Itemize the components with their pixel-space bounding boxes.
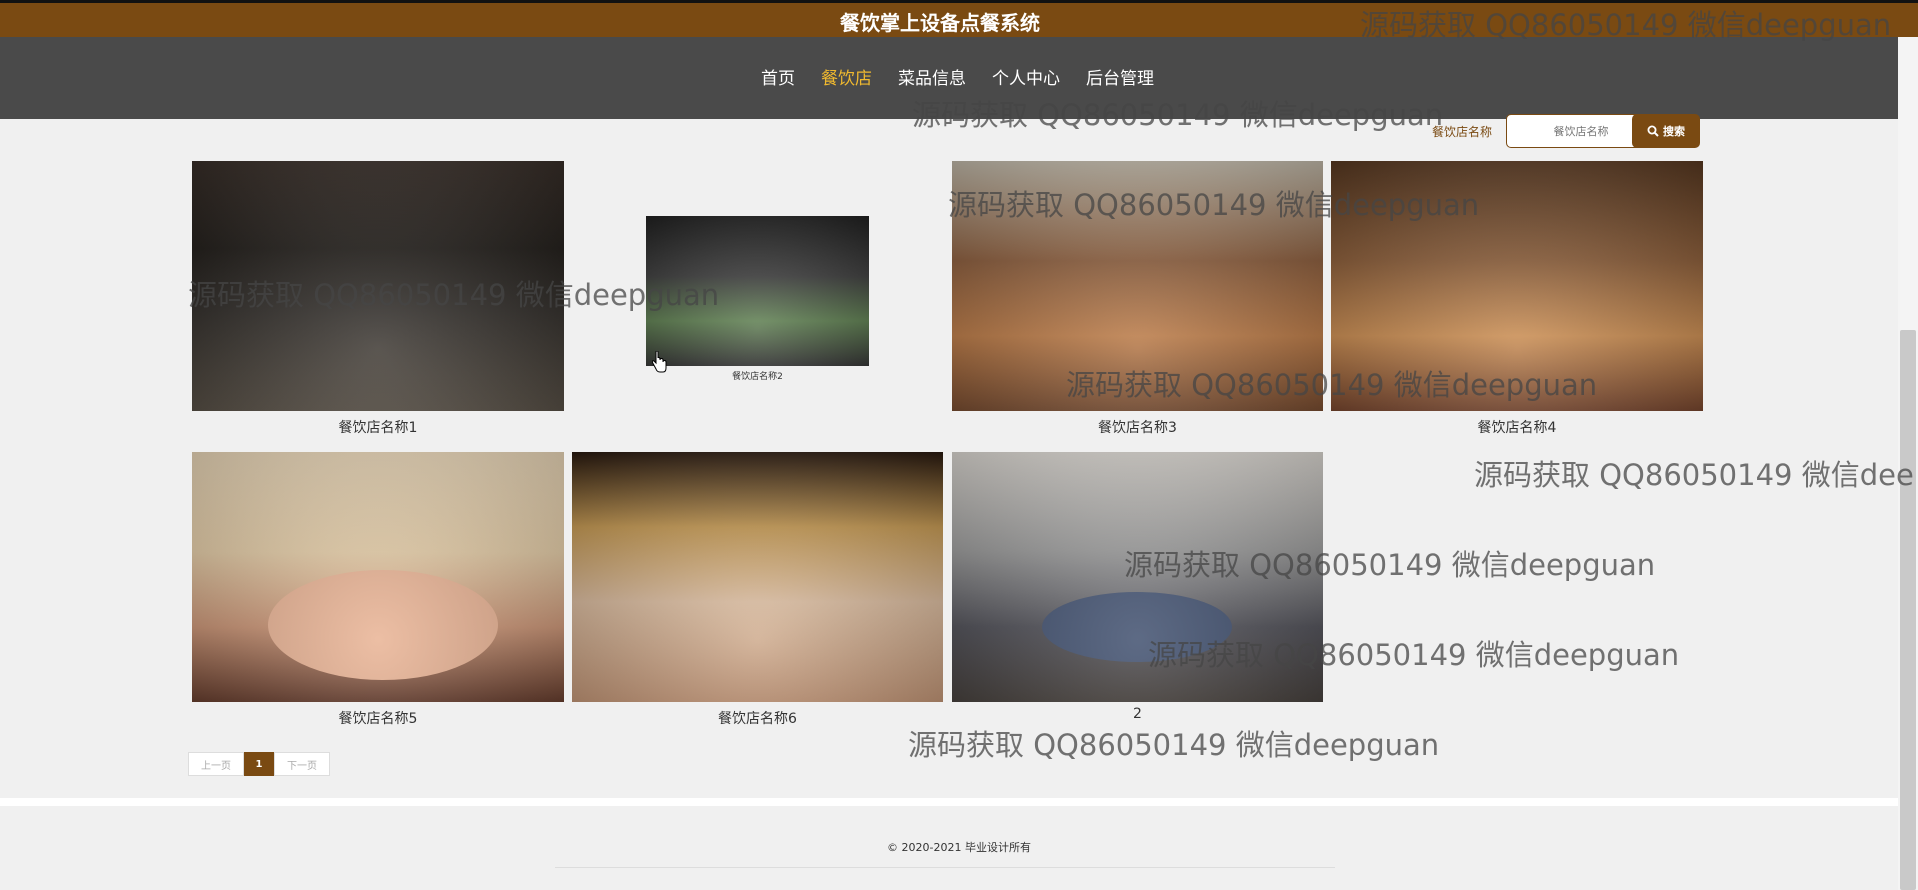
image-shading [1331, 161, 1703, 411]
image-shading [192, 452, 564, 702]
scrollbar-thumb[interactable] [1900, 330, 1916, 890]
next-page-button[interactable]: 下一页 [274, 752, 330, 776]
pagination: 上一页 1 下一页 [188, 752, 330, 776]
restaurant-card-2[interactable]: 餐饮店名称2 [646, 216, 869, 382]
main-nav: 首页 餐饮店 菜品信息 个人中心 后台管理 [748, 64, 1167, 89]
image-shading [192, 161, 564, 411]
footer-divider-band [0, 798, 1918, 806]
nav-home[interactable]: 首页 [748, 64, 808, 89]
copyright-text: © 2020-2021 毕业设计所有 [887, 841, 1031, 854]
restaurant-name[interactable]: 餐饮店名称6 [572, 708, 943, 728]
watermark-text: 源码获取 QQ86050149 微信deepguan [908, 728, 1440, 762]
nav-admin[interactable]: 后台管理 [1073, 64, 1167, 89]
restaurant-name[interactable]: 餐饮店名称3 [952, 417, 1323, 437]
site-title: 餐饮掌上设备点餐系统 [840, 11, 1040, 35]
restaurant-name[interactable]: 2 [952, 706, 1323, 722]
nav-dishes[interactable]: 菜品信息 [885, 64, 979, 89]
restaurant-card-5[interactable]: 餐饮店名称5 [192, 452, 564, 728]
top-title-bar: 餐饮掌上设备点餐系统 [0, 0, 1918, 37]
restaurant-card-3[interactable]: 餐饮店名称3 [952, 161, 1323, 437]
restaurant-card-6[interactable]: 餐饮店名称6 [572, 452, 943, 728]
search-icon [1647, 125, 1659, 137]
image-shading [646, 216, 869, 366]
main-navbar: 首页 餐饮店 菜品信息 个人中心 后台管理 [0, 37, 1898, 119]
restaurant-name[interactable]: 餐饮店名称5 [192, 708, 564, 728]
image-shading [952, 161, 1323, 411]
watermark-text: 源码获取 QQ86050149 微信dee [1474, 458, 1914, 492]
restaurant-card-1[interactable]: 餐饮店名称1 [192, 161, 564, 437]
restaurant-image[interactable] [952, 452, 1323, 702]
search-button[interactable]: 搜索 [1632, 114, 1700, 148]
nav-restaurants[interactable]: 餐饮店 [808, 64, 885, 89]
nav-profile[interactable]: 个人中心 [979, 64, 1073, 89]
image-shading [952, 452, 1323, 702]
search-label: 餐饮店名称 [1432, 125, 1493, 139]
restaurant-image[interactable] [952, 161, 1323, 411]
image-shading [572, 452, 943, 702]
restaurant-card-4[interactable]: 餐饮店名称4 [1331, 161, 1703, 437]
restaurant-image[interactable] [1331, 161, 1703, 411]
restaurant-image[interactable] [572, 452, 943, 702]
hand-cursor-icon [651, 351, 667, 373]
restaurant-name[interactable]: 餐饮店名称4 [1331, 417, 1703, 437]
restaurant-image[interactable] [192, 161, 564, 411]
restaurant-image[interactable] [646, 216, 869, 366]
search-button-label: 搜索 [1663, 125, 1685, 138]
restaurant-name[interactable]: 餐饮店名称2 [646, 369, 869, 382]
restaurant-image[interactable] [192, 452, 564, 702]
prev-page-button[interactable]: 上一页 [188, 752, 244, 776]
restaurant-name[interactable]: 餐饮店名称1 [192, 417, 564, 437]
footer-line [555, 867, 1335, 868]
restaurant-card-7[interactable]: 2 [952, 452, 1323, 728]
page-1-button[interactable]: 1 [244, 752, 274, 776]
